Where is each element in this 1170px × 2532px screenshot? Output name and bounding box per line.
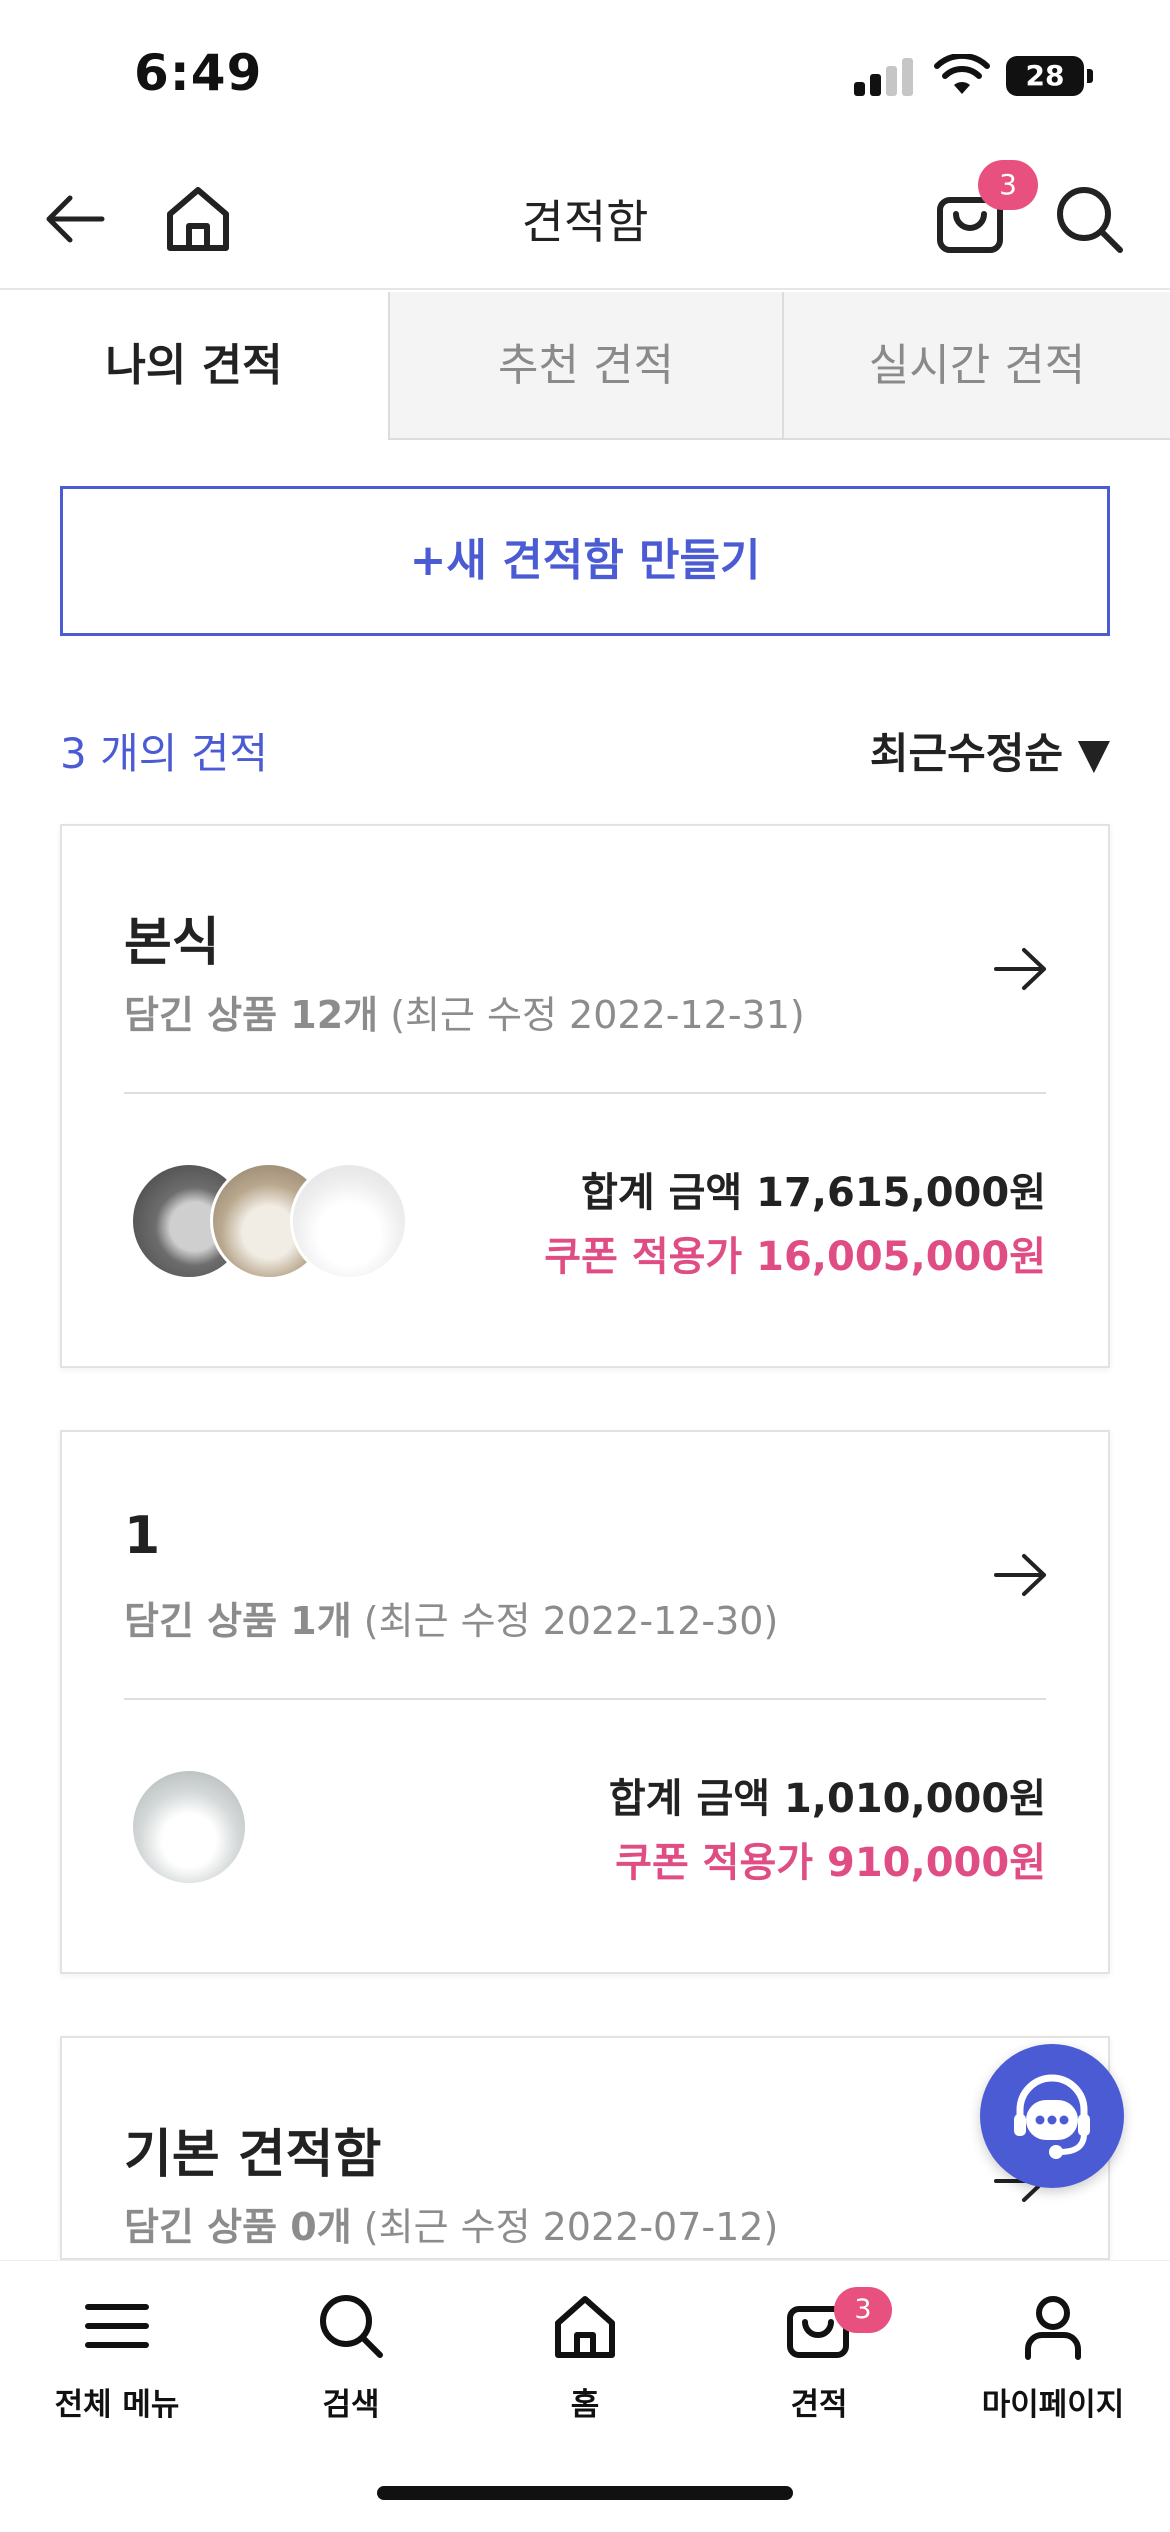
battery-indicator: 28 [1006, 56, 1084, 96]
home-icon [555, 2296, 615, 2358]
cart-badge: 3 [978, 160, 1038, 210]
top-app-bar: 견적함 3 [0, 150, 1170, 290]
quote-card-meta: 담긴 상품 1개 (최근 수정 2022-12-30) [124, 1590, 778, 1645]
customer-chat-button[interactable] [980, 2044, 1124, 2188]
item-count: 담긴 상품 1개 [124, 1599, 352, 1643]
quote-card[interactable]: 기본 견적함 담긴 상품 0개 (최근 수정 2022-07-12) [60, 2036, 1110, 2260]
quote-card-meta: 담긴 상품 0개 (최근 수정 2022-07-12) [124, 2196, 778, 2251]
quote-card[interactable]: 본식 담긴 상품 12개 (최근 수정 2022-12-31) 합계 금액 17… [60, 824, 1110, 1368]
tab-recommended-quotes[interactable]: 추천 견적 [388, 292, 782, 440]
coupon-price: 쿠폰 적용가 910,000원 [615, 1840, 1046, 1886]
nav-quotes[interactable]: 견적 3 [702, 2287, 936, 2423]
quote-card-title: 기본 견적함 [124, 2125, 382, 2185]
status-time: 6:49 [134, 44, 263, 102]
arrow-right-icon[interactable] [990, 944, 1050, 994]
create-quote-box-button[interactable]: +새 견적함 만들기 [60, 486, 1110, 636]
person-icon [1025, 2296, 1081, 2360]
quote-count: 3 개의 견적 [60, 729, 268, 778]
nav-label: 홈 [570, 2387, 600, 2423]
card-divider [124, 1092, 1046, 1094]
search-icon [320, 2295, 383, 2358]
search-icon[interactable] [1052, 182, 1126, 256]
modified-date: (최근 수정 2022-12-31) [390, 993, 805, 1037]
signal-icon [854, 56, 916, 96]
item-count: 담긴 상품 12개 [124, 993, 379, 1037]
quote-card-meta: 담긴 상품 12개 (최근 수정 2022-12-31) [124, 984, 805, 1039]
battery-tip [1087, 69, 1093, 83]
modified-date: (최근 수정 2022-12-30) [363, 1599, 779, 1643]
quotes-badge: 3 [834, 2287, 892, 2333]
menu-icon [85, 2304, 149, 2348]
headset-chat-icon [1014, 2074, 1090, 2159]
quote-tabs: 나의 견적 추천 견적 실시간 견적 [0, 292, 1170, 440]
dress-thumbnail [290, 1162, 408, 1280]
tab-my-quotes[interactable]: 나의 견적 [0, 292, 388, 440]
nav-label: 견적 [790, 2387, 848, 2423]
nav-all-menu[interactable]: 전체 메뉴 [0, 2291, 234, 2423]
coupon-price: 쿠폰 적용가 16,005,000원 [544, 1234, 1046, 1280]
home-indicator [377, 2486, 793, 2500]
wifi-icon [934, 54, 990, 94]
nav-label: 전체 메뉴 [54, 2387, 180, 2423]
total-amount: 합계 금액 1,010,000원 [608, 1776, 1046, 1822]
status-bar: 6:49 28 [0, 0, 1170, 150]
quote-card-title: 1 [124, 1506, 161, 1566]
nav-home[interactable]: 홈 [468, 2291, 702, 2423]
card-divider [124, 1698, 1046, 1700]
sort-dropdown[interactable]: 최근수정순 ▼ [870, 720, 1110, 781]
modified-date: (최근 수정 2022-07-12) [363, 2205, 779, 2249]
tab-live-quotes[interactable]: 실시간 견적 [782, 292, 1170, 440]
dress-thumbnail [130, 1768, 248, 1886]
nav-search[interactable]: 검색 [234, 2291, 468, 2423]
nav-label: 검색 [322, 2387, 380, 2423]
nav-my-page[interactable]: 마이페이지 [936, 2291, 1170, 2423]
total-amount: 합계 금액 17,615,000원 [581, 1170, 1046, 1216]
quote-card[interactable]: 1 담긴 상품 1개 (최근 수정 2022-12-30) 합계 금액 1,01… [60, 1430, 1110, 1974]
nav-label: 마이페이지 [981, 2387, 1125, 2423]
quote-card-title: 본식 [124, 913, 220, 973]
arrow-right-icon[interactable] [990, 1550, 1050, 1600]
item-count: 담긴 상품 0개 [124, 2205, 352, 2249]
